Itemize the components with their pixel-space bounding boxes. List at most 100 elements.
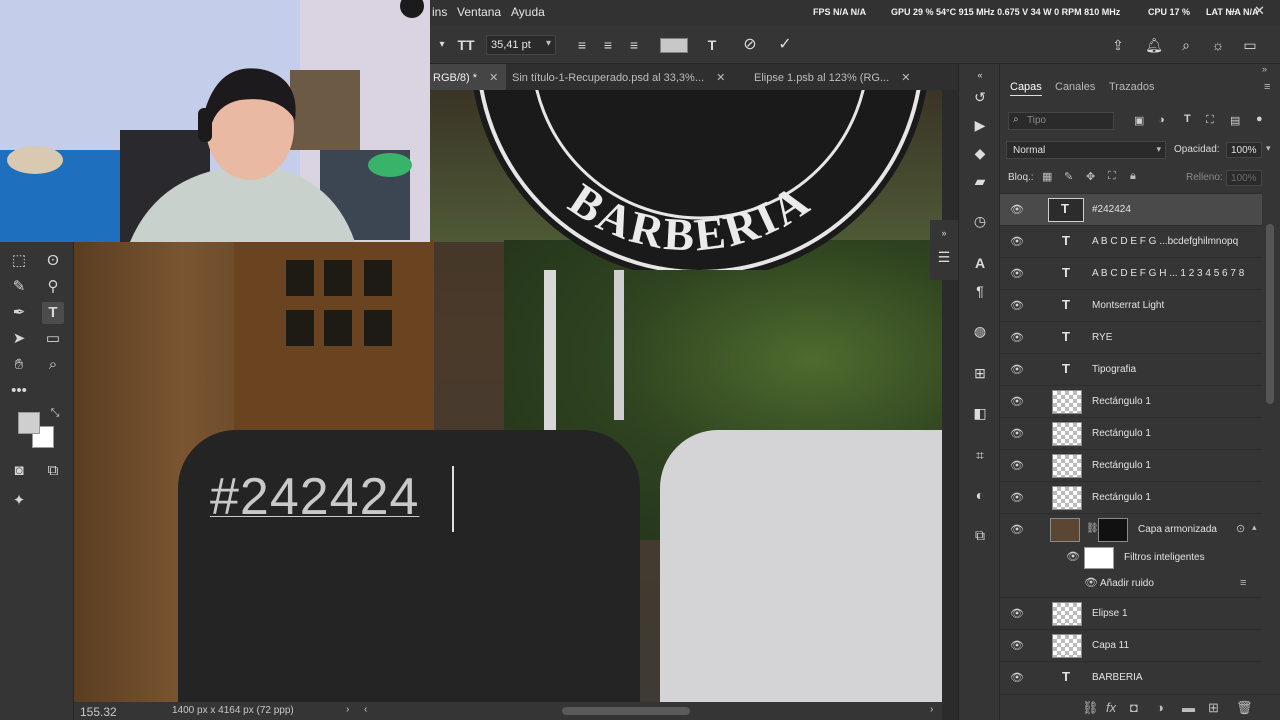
filter-type-icon[interactable]: T — [1184, 113, 1191, 125]
filter-image-icon[interactable]: ▣ — [1134, 114, 1144, 127]
close-icon[interactable]: ✕ — [901, 72, 910, 84]
font-size-input[interactable]: 35,41 pt ▾ — [486, 35, 556, 55]
layer-row[interactable]: 👁︎ T RYE — [1000, 321, 1262, 353]
filter-shape-icon[interactable]: ⛶ — [1206, 114, 1214, 127]
path-select-tool-icon[interactable]: ➤ — [8, 328, 30, 350]
quick-mask-icon[interactable]: ◙ — [8, 460, 30, 482]
chevron-down-icon[interactable]: ▾ — [546, 38, 551, 49]
filter-options-icon[interactable]: ≡ — [1240, 577, 1246, 589]
fx-icon[interactable]: fx — [1106, 700, 1116, 715]
layer-row[interactable]: 👁︎ ⛓ Capa armonizada ⊙ ▴ — [1000, 513, 1262, 545]
cancel-icon[interactable]: ⊘ — [740, 35, 760, 55]
new-group-icon[interactable]: ▬ — [1182, 700, 1195, 715]
glyphs-icon[interactable]: ◆ — [969, 142, 991, 164]
more-tools-icon[interactable]: ••• — [8, 380, 30, 402]
chevron-up-icon[interactable]: ▴ — [1252, 522, 1257, 533]
tab-elipse[interactable]: Elipse 1.psb al 123% (RG... ✕ — [754, 64, 910, 90]
opacity-input[interactable]: 100% — [1226, 142, 1262, 158]
layer-row[interactable]: 👁︎ T Tipografia — [1000, 353, 1262, 385]
tab-active-document[interactable]: RGB/8) * ✕ — [430, 64, 507, 90]
close-icon[interactable]: ✕ — [716, 72, 725, 84]
chevron-down-icon[interactable]: ▾ — [432, 35, 452, 55]
visibility-eye-icon[interactable]: 👁︎ — [1010, 427, 1024, 440]
layer-row[interactable]: 👁︎ T Montserrat Light — [1000, 289, 1262, 321]
smudge-tool-icon[interactable]: ⚲ — [42, 276, 64, 298]
text-color-swatch[interactable] — [660, 38, 688, 53]
layer-search-input[interactable]: ⌕ Tipo — [1008, 112, 1114, 130]
libraries-icon[interactable]: ⧉ — [969, 524, 991, 546]
layer-row[interactable]: 👁︎ T BARBERIA — [1000, 661, 1262, 693]
layer-row[interactable]: 👁︎ Rectángulo 1 — [1000, 417, 1262, 449]
visibility-eye-icon[interactable]: 👁︎ — [1010, 523, 1024, 536]
pen-tool-icon[interactable]: ✒ — [8, 302, 30, 324]
new-layer-icon[interactable]: ⊞ — [1208, 700, 1219, 716]
share-icon[interactable]: ⇪ — [1108, 35, 1128, 55]
visibility-eye-icon[interactable]: 👁︎ — [1084, 576, 1098, 589]
visibility-eye-icon[interactable]: 👁︎ — [1010, 363, 1024, 376]
visibility-eye-icon[interactable]: 👁︎ — [1010, 671, 1024, 684]
zoom-level[interactable]: 155.32 — [80, 705, 117, 719]
color-palette-icon[interactable]: ◍ — [969, 320, 991, 342]
align-center-icon[interactable]: ≡ — [598, 35, 618, 55]
hand-tool-icon[interactable]: ✋︎ — [8, 354, 30, 376]
visibility-eye-icon[interactable]: 👁︎ — [1010, 639, 1024, 652]
rectangle-tool-icon[interactable]: ▭ — [42, 328, 64, 350]
generative-fill-icon[interactable]: ✦ — [8, 490, 30, 512]
add-mask-icon[interactable]: ◘ — [1130, 700, 1138, 715]
scroll-left-icon[interactable]: ‹ — [364, 704, 367, 715]
filter-smart-icon[interactable]: ▤ — [1230, 114, 1240, 127]
comments-icon[interactable]: ▰ — [969, 170, 991, 192]
close-icon[interactable]: ✕ — [1254, 3, 1265, 19]
actions-play-icon[interactable]: ▶ — [969, 114, 991, 136]
visibility-eye-icon[interactable]: 👁︎ — [1010, 607, 1024, 620]
patterns-icon[interactable]: ⌗ — [969, 444, 991, 466]
layer-row[interactable]: 👁︎ Rectángulo 1 — [1000, 481, 1262, 513]
paragraph-icon[interactable]: ¶ — [969, 280, 991, 302]
history-icon[interactable]: ↺ — [969, 86, 991, 108]
blend-mode-select[interactable]: Normal ▾ — [1006, 141, 1166, 159]
smart-filter-row[interactable]: 👁︎ Añadir ruido ≡ — [1000, 571, 1262, 597]
panel-menu-icon[interactable]: ≡ — [1264, 81, 1270, 93]
history-clock-icon[interactable]: ◷ — [969, 210, 991, 232]
lightbulb-icon[interactable]: ☼ — [1208, 35, 1228, 55]
layer-row[interactable]: 👁︎ Rectángulo 1 — [1000, 385, 1262, 417]
bell-icon[interactable]: 🔔︎ — [1144, 35, 1164, 55]
visibility-eye-icon[interactable]: 👁︎ — [1010, 299, 1024, 312]
tab-capas[interactable]: Capas — [1010, 81, 1042, 96]
close-icon[interactable]: ✕ — [489, 72, 498, 84]
chevron-right-icon[interactable]: › — [346, 704, 349, 715]
layers-scrollbar[interactable] — [1266, 224, 1274, 404]
zoom-tool-icon[interactable]: ⌕ — [42, 354, 64, 376]
layer-row[interactable]: 👁︎ Capa 11 — [1000, 629, 1262, 661]
fill-input[interactable]: 100% — [1226, 170, 1262, 186]
expand-icon[interactable]: « — [969, 64, 991, 86]
hex-color-text[interactable]: #242424 — [210, 467, 419, 527]
visibility-eye-icon[interactable]: 👁︎ — [1010, 491, 1024, 504]
filter-toggle-icon[interactable]: ● — [1256, 113, 1263, 125]
smart-filters-row[interactable]: 👁︎ Filtros inteligentes — [1000, 545, 1262, 571]
expand-icon[interactable]: » — [1262, 64, 1267, 74]
adjustment-layer-icon[interactable]: ◑ — [1156, 700, 1164, 715]
horizontal-scrollbar[interactable] — [562, 707, 690, 715]
layer-row[interactable]: 👁︎ T #242424 — [1000, 193, 1262, 225]
type-tool-icon[interactable]: T — [42, 302, 64, 324]
character-icon[interactable]: A — [969, 252, 991, 274]
trash-icon[interactable]: 🗑︎ — [1236, 700, 1253, 716]
align-right-icon[interactable]: ≡ — [624, 35, 644, 55]
visibility-eye-icon[interactable]: 👁︎ — [1010, 395, 1024, 408]
gradient-icon[interactable]: ◧ — [969, 402, 991, 424]
menu-ventana[interactable]: Ventana — [457, 5, 501, 19]
link-layers-icon[interactable]: ⛓ — [1082, 700, 1099, 716]
visibility-eye-icon[interactable]: 👁︎ — [1010, 203, 1024, 216]
layer-row[interactable]: 👁︎ T A B C D E F G H ... 1 2 3 4 5 6 7 8 — [1000, 257, 1262, 289]
swatches-grid-icon[interactable]: ⊞ — [969, 362, 991, 384]
visibility-eye-icon[interactable]: 👁︎ — [1066, 550, 1080, 563]
visibility-eye-icon[interactable]: 👁︎ — [1010, 331, 1024, 344]
search-icon[interactable]: ⌕ — [1176, 35, 1196, 55]
tab-sin-titulo[interactable]: Sin título-1-Recuperado.psd al 33,3%... … — [512, 64, 725, 90]
lasso-tool-icon[interactable]: ʘ — [42, 250, 64, 272]
filter-adjustment-icon[interactable]: ◑ — [1158, 114, 1165, 126]
chevron-down-icon[interactable]: ▾ — [1266, 143, 1271, 154]
layer-row[interactable]: 👁︎ Elipse 1 — [1000, 597, 1262, 629]
minimize-icon[interactable]: – — [1229, 3, 1236, 18]
